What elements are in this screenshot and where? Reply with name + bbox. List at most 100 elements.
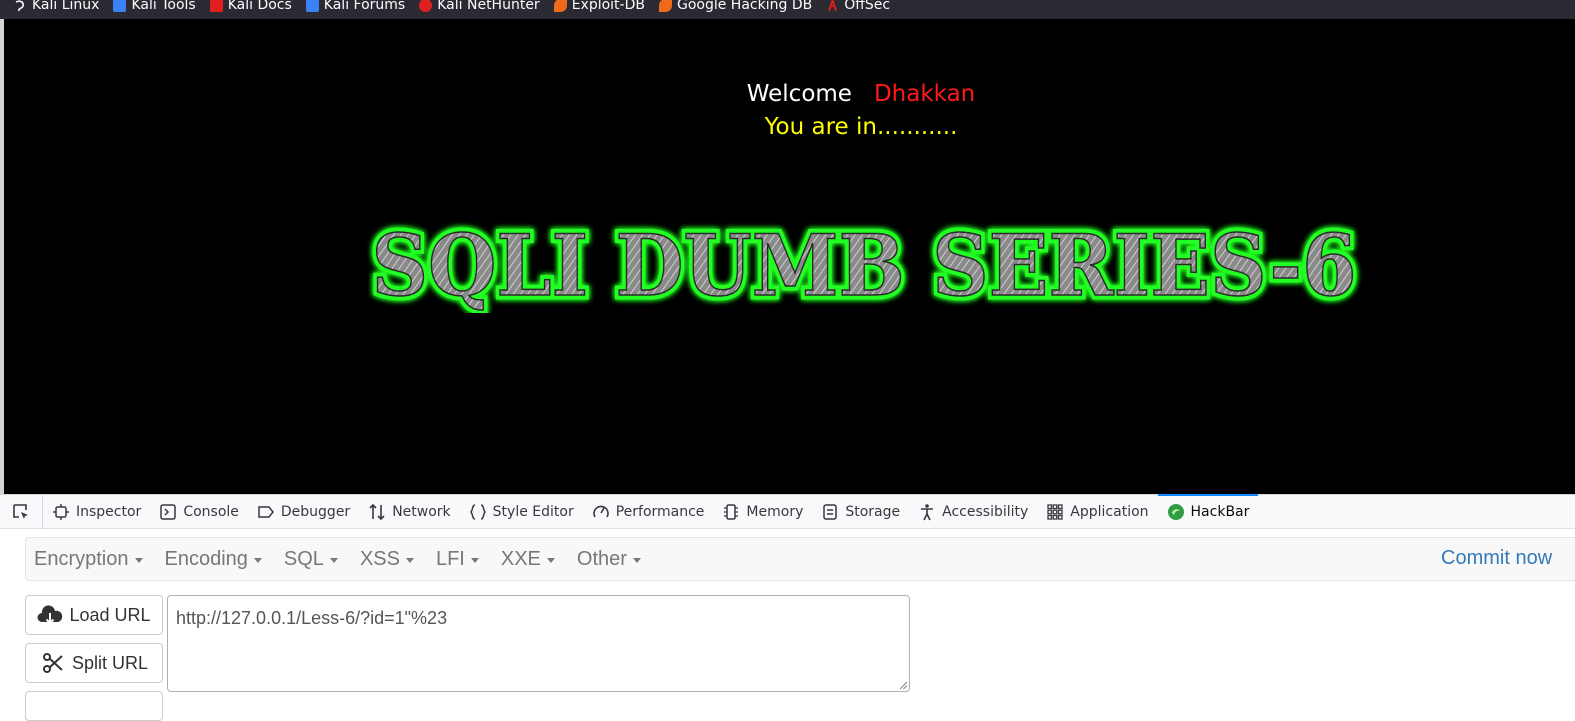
caret-down-icon (632, 558, 641, 563)
tab-label: HackBar (1190, 503, 1250, 520)
tab-label: Console (183, 503, 239, 520)
ghdb-icon (658, 0, 672, 12)
caret-down-icon (405, 558, 414, 563)
network-icon (369, 503, 385, 520)
memory-icon (724, 503, 739, 520)
url-input[interactable]: http://127.0.0.1/Less-6/?id=1"%23 (167, 595, 910, 692)
tab-label: Storage (845, 503, 901, 520)
menu-xxe[interactable]: XXE (493, 537, 569, 581)
hackbar-panel: Encryption Encoding SQL XSS LFI XXE Othe… (0, 529, 1575, 721)
kali-forums-icon (305, 0, 319, 12)
kali-tools-icon (113, 0, 127, 12)
user-name: Dhakkan (873, 81, 976, 107)
tab-label: Debugger (280, 503, 351, 520)
menu-xss[interactable]: XSS (352, 537, 428, 581)
offsec-icon (826, 0, 839, 12)
menu-label: Encryption (34, 547, 129, 570)
load-url-button[interactable]: Load URL (25, 595, 163, 635)
bookmark-exploit-db[interactable]: Exploit-DB (553, 0, 645, 13)
hackbar-icon (1167, 503, 1184, 520)
tab-application[interactable]: Application (1037, 495, 1157, 529)
load-url-label: Load URL (69, 604, 151, 625)
style-editor-icon (469, 503, 486, 520)
resize-grip-icon[interactable] (897, 679, 908, 690)
console-icon (160, 503, 177, 520)
tab-network[interactable]: Network (359, 495, 459, 529)
storage-icon (823, 503, 838, 520)
menu-encoding[interactable]: Encoding (157, 537, 276, 581)
tab-label: Memory (746, 503, 804, 520)
tab-label: Performance (615, 503, 705, 520)
tab-label: Network (392, 503, 451, 520)
banner-title-image: SQLI DUMB SERIES-6 SQLI DUMB SERIES-6 (364, 203, 1364, 320)
inspector-icon (53, 503, 69, 520)
execute-button[interactable] (25, 691, 163, 721)
tab-storage[interactable]: Storage (812, 495, 909, 529)
page-viewport: Welcome Dhakkan You are in........... SQL… (4, 19, 1575, 494)
bookmark-label: Kali NetHunter (437, 0, 540, 13)
tab-style-editor[interactable]: Style Editor (460, 495, 583, 529)
welcome-line: Welcome Dhakkan (4, 81, 1575, 107)
caret-down-icon (134, 558, 143, 563)
kali-dragon-icon (14, 0, 27, 12)
tab-performance[interactable]: Performance (583, 495, 714, 529)
element-picker-icon (13, 503, 28, 519)
menu-label: Encoding (164, 547, 248, 570)
exploit-db-icon (553, 0, 567, 12)
caret-down-icon (253, 558, 262, 563)
devtools-tab-bar: Inspector Console Debugger Network Style… (0, 493, 1575, 529)
bookmark-kali-docs[interactable]: Kali Docs (209, 0, 292, 13)
bookmark-label: Kali Docs (227, 0, 292, 13)
tab-label: Application (1070, 503, 1149, 520)
tab-inspector[interactable]: Inspector (43, 495, 150, 529)
menu-lfi[interactable]: LFI (428, 537, 493, 581)
accessibility-icon (921, 503, 934, 520)
banner-text: SQLI DUMB SERIES-6 (372, 216, 1357, 313)
menu-sql[interactable]: SQL (276, 537, 352, 581)
scissors-icon (42, 653, 63, 673)
hackbar-menu-bar: Encryption Encoding SQL XSS LFI XXE Othe… (25, 537, 1575, 581)
bookmark-label: Kali Linux (32, 0, 100, 13)
menu-other[interactable]: Other (569, 537, 655, 581)
bookmark-google-hacking-db[interactable]: Google Hacking DB (658, 0, 813, 13)
tab-label: Accessibility (942, 503, 1029, 520)
menu-encryption[interactable]: Encryption (26, 537, 157, 581)
menu-label: LFI (435, 547, 465, 570)
tab-label: Inspector (76, 503, 142, 520)
bookmark-kali-linux[interactable]: Kali Linux (14, 0, 99, 12)
tab-debugger[interactable]: Debugger (248, 495, 359, 529)
bookmark-label: Exploit-DB (571, 0, 645, 13)
application-icon (1047, 503, 1063, 520)
menu-label: XXE (500, 547, 541, 570)
caret-down-icon (329, 558, 338, 563)
commit-now-link[interactable]: Commit now (1441, 547, 1552, 570)
bookmark-kali-tools[interactable]: Kali Tools (113, 0, 196, 13)
menu-label: XSS (359, 547, 400, 570)
tab-accessibility[interactable]: Accessibility (909, 495, 1037, 529)
bookmark-label: OffSec (844, 0, 891, 13)
tab-hackbar[interactable]: HackBar (1157, 493, 1259, 529)
element-picker-button[interactable] (0, 494, 43, 529)
tab-memory[interactable]: Memory (713, 495, 812, 529)
split-url-button[interactable]: Split URL (25, 643, 163, 683)
bookmark-label: Google Hacking DB (676, 0, 813, 13)
tab-label: Style Editor (492, 503, 574, 520)
debugger-icon (258, 505, 274, 518)
bookmarks-toolbar: Kali Linux Kali Tools Kali Docs Kali For… (0, 0, 1575, 19)
tab-console[interactable]: Console (150, 495, 248, 529)
menu-label: SQL (283, 547, 324, 570)
bookmark-offsec[interactable]: OffSec (826, 0, 890, 12)
bookmark-kali-forums[interactable]: Kali Forums (305, 0, 406, 13)
split-url-label: Split URL (71, 652, 149, 673)
bookmark-label: Kali Tools (131, 0, 196, 13)
cloud-download-icon (37, 605, 63, 625)
bookmark-label: Kali Forums (323, 0, 406, 13)
caret-down-icon (470, 558, 479, 563)
caret-down-icon (546, 558, 555, 563)
login-status: You are in........... (764, 114, 958, 140)
bookmark-kali-nethunter[interactable]: Kali NetHunter (419, 0, 540, 13)
nethunter-icon (419, 0, 433, 12)
menu-label: Other (576, 547, 627, 570)
performance-icon (592, 505, 609, 517)
welcome-label: Welcome (746, 81, 852, 107)
